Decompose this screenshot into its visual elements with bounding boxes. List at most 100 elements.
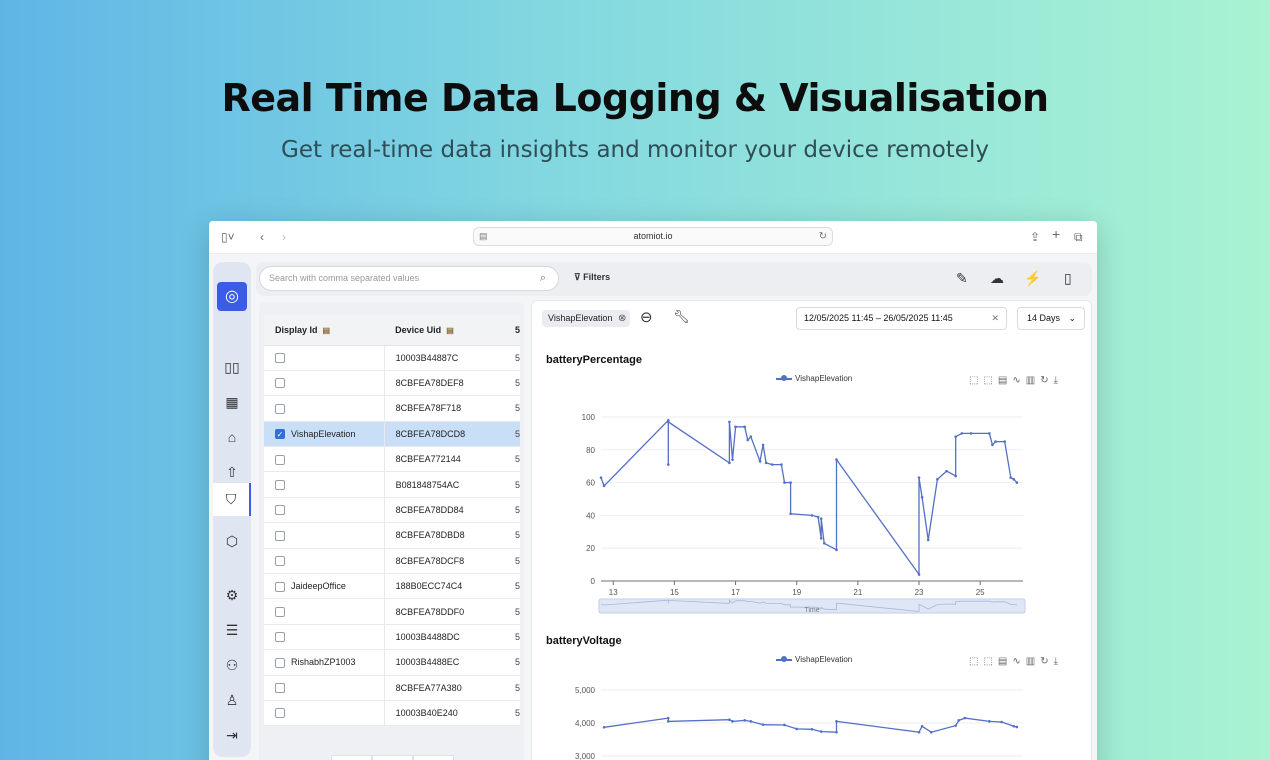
data-point: [731, 458, 734, 461]
data-point: [743, 425, 747, 429]
table-row[interactable]: 8CBFEA772144 5: [264, 446, 520, 473]
zoom-reset-icon[interactable]: ⬚: [983, 656, 997, 667]
add-device-icon[interactable]: ▯: [1064, 270, 1072, 287]
table-row[interactable]: RishabhZP1003 10003B4488EC 5: [264, 649, 520, 676]
users-icon[interactable]: ⚇: [213, 650, 251, 680]
data-point: [810, 727, 814, 731]
zoom-reset-icon[interactable]: ⬚: [983, 375, 997, 386]
factory-icon[interactable]: ⌂: [213, 422, 251, 452]
table-row[interactable]: B081848754AC 5: [264, 471, 520, 498]
zoom-icon[interactable]: ⬚: [969, 375, 983, 386]
data-point: [957, 719, 961, 722]
battery-percentage-chart[interactable]: 0 20 40 60 80 100 13 15 17 19 21 23 25 Time: [532, 393, 1091, 623]
row-checkbox[interactable]: [275, 632, 285, 643]
row-checkbox[interactable]: [275, 378, 285, 389]
data-view-icon[interactable]: ▤: [998, 375, 1012, 386]
filters-label: Filters: [583, 272, 611, 282]
chart-legend[interactable]: VishapElevation: [776, 655, 852, 664]
row-checkbox[interactable]: [275, 708, 285, 719]
next-page-button[interactable]: →: [413, 755, 454, 760]
share-icon[interactable]: ⇪: [1030, 230, 1040, 244]
search-input[interactable]: Search with comma separated values ⌕: [259, 266, 559, 291]
reload-icon[interactable]: ↻: [819, 228, 827, 245]
row-checkbox[interactable]: [275, 403, 285, 414]
shield-check-icon[interactable]: ⛉: [213, 483, 251, 516]
data-point: [917, 476, 921, 479]
tabs-overview-icon[interactable]: ⧉: [1074, 230, 1083, 244]
battery-voltage-chart[interactable]: 3,000 4,000 5,000: [532, 673, 1091, 760]
table-row[interactable]: 8CBFEA78DEF8 5: [264, 370, 520, 397]
user-icon[interactable]: ♙: [213, 685, 251, 715]
row-checkbox[interactable]: [275, 505, 285, 516]
table-row[interactable]: 8CBFEA78DDF0 5: [264, 598, 520, 625]
page-number[interactable]: 1: [372, 755, 413, 760]
table-row[interactable]: 8CBFEA78F718 5: [264, 395, 520, 422]
back-icon[interactable]: ‹: [260, 230, 264, 244]
sidebar-toggle-icon[interactable]: ▯˅: [221, 230, 235, 244]
row-checkbox[interactable]: [275, 530, 285, 541]
remove-tag-icon[interactable]: ⊗: [618, 310, 626, 327]
gear-icon[interactable]: ⚙: [213, 580, 251, 610]
line-chart-icon[interactable]: ∿: [1012, 656, 1025, 667]
data-view-icon[interactable]: ▤: [998, 656, 1012, 667]
cube-icon[interactable]: ⬡: [213, 526, 251, 556]
column-header-device-uid[interactable]: Device Uid ▤: [384, 315, 505, 346]
column-header-extra[interactable]: 5: [504, 315, 520, 346]
x-tick-label: 21: [853, 588, 862, 597]
row-checkbox[interactable]: [275, 454, 285, 465]
columns-icon[interactable]: ▯▯: [213, 352, 251, 382]
row-checkbox[interactable]: [275, 353, 285, 363]
filters-button[interactable]: ⊽ Filters: [574, 272, 610, 283]
row-checkbox[interactable]: [275, 556, 285, 567]
date-range-input[interactable]: 12/05/2025 11:45 – 26/05/2025 11:45 ✕: [796, 307, 1007, 330]
table-row[interactable]: JaideepOffice 188B0ECC74C4 5: [264, 573, 520, 600]
line-chart-icon[interactable]: ∿: [1012, 375, 1025, 386]
table-row[interactable]: 8CBFEA78DBD8 5: [264, 522, 520, 549]
logout-icon[interactable]: ⇥: [213, 720, 251, 750]
minus-circle-icon[interactable]: ⊖: [640, 308, 653, 326]
logo-icon[interactable]: ◎: [217, 282, 247, 311]
table-row[interactable]: 8CBFEA78DD84 5: [264, 497, 520, 524]
save-image-icon[interactable]: ⤓: [1054, 375, 1063, 386]
row-checkbox[interactable]: [275, 657, 285, 668]
clear-date-icon[interactable]: ✕: [991, 308, 999, 329]
table-row[interactable]: 8CBFEA77A380 5: [264, 675, 520, 701]
row-checkbox[interactable]: [275, 479, 285, 490]
table-row[interactable]: 8CBFEA78DCF8 5: [264, 548, 520, 575]
save-image-icon[interactable]: ⤓: [1054, 656, 1063, 667]
download-cloud-icon[interactable]: ☁: [990, 270, 1004, 287]
new-tab-icon[interactable]: +: [1052, 227, 1060, 241]
edit-icon[interactable]: ✎: [956, 270, 968, 287]
restore-icon[interactable]: ↻: [1040, 375, 1053, 386]
column-header-display-id[interactable]: Display Id ▤: [264, 315, 385, 346]
table-row[interactable]: 10003B44887C 5: [264, 345, 520, 371]
zoom-icon[interactable]: ⬚: [969, 656, 983, 667]
building-icon[interactable]: ▦: [213, 387, 251, 417]
table-row[interactable]: 10003B4488DC 5: [264, 624, 520, 651]
row-checkbox[interactable]: [275, 581, 285, 592]
forward-icon[interactable]: ›: [282, 230, 286, 244]
bar-chart-icon[interactable]: ▥: [1026, 656, 1040, 667]
search-icon[interactable]: ⌕: [540, 267, 546, 290]
bar-chart-icon[interactable]: ▥: [1026, 375, 1040, 386]
clipboard-icon[interactable]: ▤: [446, 326, 454, 335]
url-bar[interactable]: ▤ atomiot.io ↻: [473, 227, 833, 246]
plug-icon[interactable]: ⚡: [1024, 270, 1041, 287]
table-row[interactable]: 10003B40E240 5: [264, 700, 520, 727]
chart-panel: VishapElevation ⊗ ⊖ 🔧︎ 12/05/2025 11:45 …: [531, 300, 1092, 760]
row-checkbox[interactable]: ✓: [275, 429, 285, 440]
data-point: [764, 461, 768, 465]
range-select[interactable]: 14 Days ⌄: [1017, 307, 1085, 330]
device-uid-cell: 10003B44887C: [384, 345, 505, 371]
row-checkbox[interactable]: [275, 683, 285, 694]
x-tick-label: 19: [792, 588, 801, 597]
row-checkbox[interactable]: [275, 606, 285, 617]
wrench-icon[interactable]: 🔧︎: [673, 309, 690, 325]
legend-label: VishapElevation: [795, 655, 853, 664]
server-icon[interactable]: ☰: [213, 615, 251, 645]
table-row[interactable]: ✓ VishapElevation 8CBFEA78DCD8 5: [264, 421, 520, 448]
prev-page-button[interactable]: ←: [331, 755, 372, 760]
restore-icon[interactable]: ↻: [1040, 656, 1053, 667]
chart-legend[interactable]: VishapElevation: [776, 374, 852, 383]
clipboard-icon[interactable]: ▤: [323, 326, 331, 335]
